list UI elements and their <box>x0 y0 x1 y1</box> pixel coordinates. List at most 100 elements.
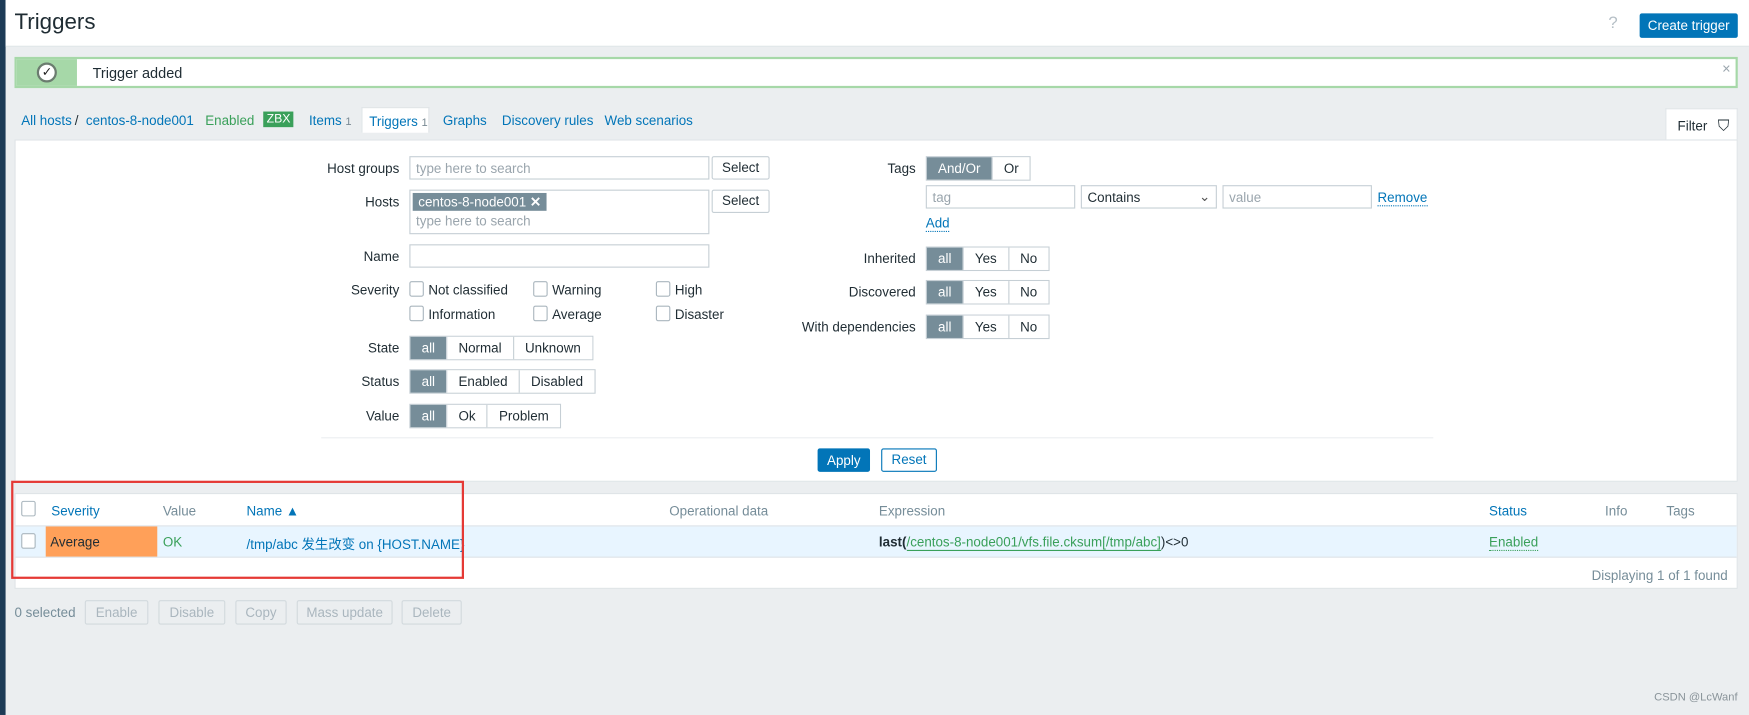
annotation-highlight-box <box>11 480 465 579</box>
discovered-label: Discovered <box>848 284 916 301</box>
filter-panel: Host groups type here to search Select H… <box>14 139 1738 482</box>
copy-button[interactable]: Copy <box>235 600 287 625</box>
message-text: Trigger added <box>92 64 183 82</box>
page: Triggers ? Create trigger ✓ Trigger adde… <box>0 0 1749 715</box>
breadcrumb-separator: / <box>74 112 79 129</box>
inherited-label: Inherited <box>863 250 916 267</box>
inherited-all[interactable]: all <box>926 247 963 270</box>
tags-operator[interactable]: And/Or Or <box>925 156 1032 181</box>
items-count: 1 <box>345 116 352 129</box>
state-label: State <box>368 340 400 356</box>
tags-and-or[interactable]: And/Or <box>926 157 992 180</box>
breadcrumb-all-hosts[interactable]: All hosts <box>21 113 72 129</box>
divider <box>321 437 1434 439</box>
delete-button[interactable]: Delete <box>401 600 462 625</box>
status-enabled-link[interactable]: Enabled <box>1489 534 1539 552</box>
sidebar-collapsed[interactable] <box>0 0 6 715</box>
state-normal[interactable]: Normal <box>446 336 513 360</box>
question-icon[interactable]: ? <box>1608 13 1617 32</box>
header-status[interactable]: Status <box>1489 503 1527 519</box>
value-problem[interactable]: Problem <box>486 404 560 428</box>
expression-item-link[interactable]: /centos-8-node001/vfs.file.cksum[/tmp/ab… <box>906 534 1161 552</box>
tab-discovery-rules[interactable]: Discovery rules <box>502 113 593 129</box>
pagination-info: Displaying 1 of 1 found <box>1591 567 1728 584</box>
value-all[interactable]: all <box>410 404 447 428</box>
with-dependencies-label: With dependencies <box>801 319 916 335</box>
expression: last(/centos-8-node001/vfs.file.cksum[/t… <box>879 534 1188 552</box>
deps-no[interactable]: No <box>1007 315 1049 338</box>
value-segmented[interactable]: all Ok Problem <box>409 403 562 429</box>
checkbox[interactable] <box>533 305 548 322</box>
filter-tab[interactable]: Filter ⛉ <box>1665 108 1738 141</box>
enable-button[interactable]: Enable <box>84 600 149 625</box>
name-label: Name <box>363 248 400 265</box>
inherited-yes[interactable]: Yes <box>962 247 1008 270</box>
name-input[interactable] <box>409 244 710 268</box>
status-all[interactable]: all <box>410 370 447 393</box>
status-disabled[interactable]: Disabled <box>518 370 595 393</box>
state-unknown[interactable]: Unknown <box>512 336 592 360</box>
tag-operator-value: Contains <box>1087 189 1141 206</box>
tab-triggers-label: Triggers <box>369 113 418 130</box>
hosts-select-button[interactable]: Select <box>711 189 770 214</box>
remove-tag-link[interactable]: Remove <box>1377 190 1428 207</box>
add-tag-link[interactable]: Add <box>925 215 950 233</box>
zbx-badge: ZBX <box>263 111 294 128</box>
tag-value-input[interactable]: value <box>1222 185 1372 209</box>
header-operational-data: Operational data <box>669 503 769 519</box>
deps-all[interactable]: all <box>926 315 963 338</box>
host-groups-input[interactable]: type here to search <box>409 156 710 180</box>
disable-button[interactable]: Disable <box>158 600 226 625</box>
value-label: Value <box>366 408 400 424</box>
tag-input[interactable]: tag <box>925 185 1076 209</box>
inherited-segmented[interactable]: all Yes No <box>925 246 1050 272</box>
tags-or[interactable]: Or <box>991 157 1030 180</box>
inherited-no[interactable]: No <box>1007 247 1049 270</box>
success-message: ✓ Trigger added × <box>14 56 1738 89</box>
checkbox[interactable] <box>655 305 671 322</box>
tag-operator-select[interactable]: Contains ⌄ <box>1080 185 1217 209</box>
funnel-icon: ⛉ <box>1717 116 1730 134</box>
checkbox[interactable] <box>409 281 424 297</box>
discovered-yes[interactable]: Yes <box>962 281 1008 304</box>
mass-update-button[interactable]: Mass update <box>296 600 393 625</box>
checkbox[interactable] <box>533 281 548 297</box>
deps-yes[interactable]: Yes <box>962 315 1008 338</box>
host-groups-label: Host groups <box>327 160 400 177</box>
severity-option-label: Warning <box>552 282 602 298</box>
discovered-segmented[interactable]: all Yes No <box>925 279 1050 305</box>
create-trigger-button[interactable]: Create trigger <box>1639 13 1738 38</box>
state-all[interactable]: all <box>410 336 447 360</box>
header-info: Info <box>1605 503 1628 519</box>
host-chip-label: centos-8-node001 <box>418 194 527 210</box>
close-icon[interactable]: × <box>1722 60 1730 77</box>
status-label: Status <box>361 373 400 390</box>
value-ok[interactable]: Ok <box>446 404 487 428</box>
discovered-no[interactable]: No <box>1007 281 1049 304</box>
with-dependencies-segmented[interactable]: all Yes No <box>925 314 1050 340</box>
discovered-all[interactable]: all <box>926 281 963 304</box>
breadcrumb-host[interactable]: centos-8-node001 <box>86 113 194 129</box>
tab-graphs[interactable]: Graphs <box>443 113 487 129</box>
hosts-input[interactable]: centos-8-node001 ✕ type here to search <box>409 189 710 235</box>
page-title: Triggers <box>14 10 96 35</box>
watermark: CSDN @LcWanf <box>1654 691 1738 704</box>
status-enabled[interactable]: Enabled <box>446 370 519 393</box>
host-status[interactable]: Enabled <box>205 113 254 129</box>
tab-triggers[interactable]: Triggers 1 <box>361 107 430 133</box>
checkbox[interactable] <box>655 281 671 297</box>
severity-label: Severity <box>350 282 400 298</box>
hosts-search-placeholder: type here to search <box>416 213 531 229</box>
apply-button[interactable]: Apply <box>817 448 871 472</box>
state-segmented[interactable]: all Normal Unknown <box>409 335 594 361</box>
page-header: Triggers ? Create trigger <box>5 0 1749 47</box>
host-chip: centos-8-node001 ✕ <box>412 192 547 211</box>
checkbox[interactable] <box>409 305 424 322</box>
reset-button[interactable]: Reset <box>881 448 937 472</box>
tab-items[interactable]: Items 1 <box>309 113 352 129</box>
tab-web-scenarios[interactable]: Web scenarios <box>605 113 693 129</box>
status-segmented[interactable]: all Enabled Disabled <box>409 369 596 394</box>
remove-chip-icon[interactable]: ✕ <box>530 194 541 210</box>
selected-count: 0 selected <box>14 604 76 621</box>
severity-option-label: Not classified <box>428 282 508 298</box>
